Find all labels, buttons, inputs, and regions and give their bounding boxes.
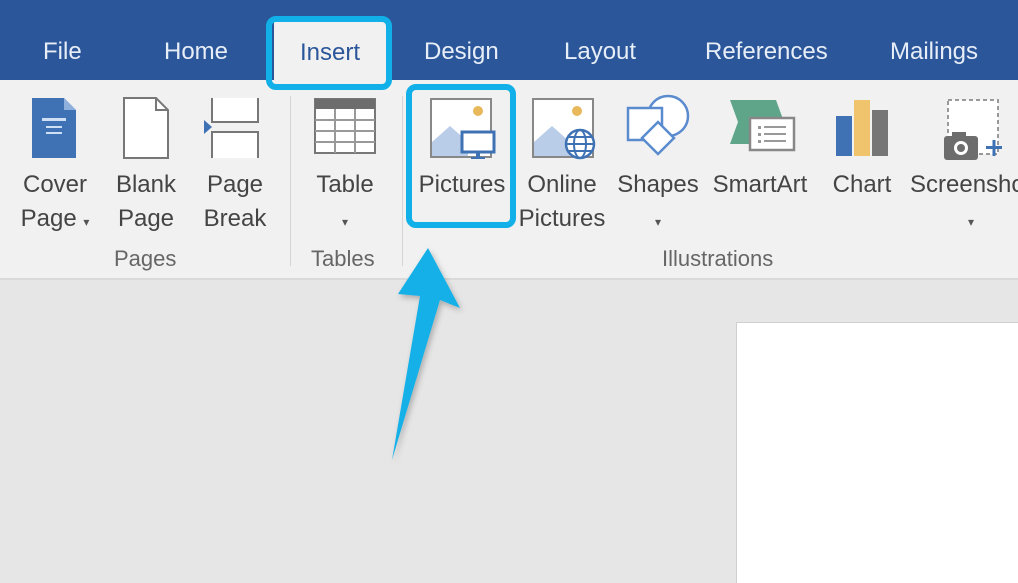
page-break-label-line2: Break — [203, 205, 267, 232]
page-break-label-line1: Page — [206, 171, 264, 198]
chart-icon — [836, 100, 888, 156]
group-label-illustrations: Illustrations — [662, 246, 774, 271]
chevron-down-icon: ▾ — [654, 215, 662, 229]
shapes-label: Shapes — [617, 171, 699, 198]
chart-label: Chart — [832, 171, 892, 198]
ribbon-tab-bar: File Home Insert Design Layout Reference… — [0, 0, 1018, 80]
group-separator — [290, 96, 291, 266]
smartart-icon — [730, 100, 796, 152]
page-break-icon — [204, 98, 259, 158]
chevron-down-icon: ▾ — [83, 215, 90, 229]
cover-page-label-line2: Page — [20, 205, 77, 232]
online-pictures-icon — [532, 98, 596, 160]
group-label-pages: Pages — [114, 246, 177, 271]
blank-page-label-line2: Page — [117, 205, 175, 232]
tab-layout[interactable]: Layout — [564, 38, 636, 66]
blank-page-label-line1: Blank — [115, 171, 177, 198]
tab-references[interactable]: References — [705, 38, 828, 66]
tab-file[interactable]: File — [43, 38, 82, 66]
tab-mailings[interactable]: Mailings — [890, 38, 978, 66]
document-page[interactable] — [736, 322, 1018, 583]
smartart-label: SmartArt — [712, 171, 808, 198]
highlight-pictures-button — [406, 84, 516, 228]
table-icon — [314, 98, 376, 154]
chevron-down-icon: ▾ — [341, 215, 349, 229]
tab-home[interactable]: Home — [164, 38, 228, 66]
blank-page-icon — [123, 97, 169, 159]
highlight-insert-tab — [266, 16, 392, 90]
screenshot-label: Screenshot — [910, 171, 1018, 198]
tab-design[interactable]: Design — [424, 38, 499, 66]
chevron-down-icon: ▾ — [968, 215, 975, 229]
cover-page-icon — [32, 98, 76, 158]
online-pictures-label-line1: Online — [527, 171, 597, 198]
shapes-icon — [626, 94, 690, 156]
online-pictures-label-line2: Pictures — [518, 205, 606, 232]
screenshot-icon — [944, 99, 1002, 160]
annotation-arrow-icon — [392, 248, 460, 460]
table-label: Table — [316, 171, 374, 198]
cover-page-label-line1: Cover — [22, 171, 88, 198]
group-label-tables: Tables — [311, 246, 375, 271]
